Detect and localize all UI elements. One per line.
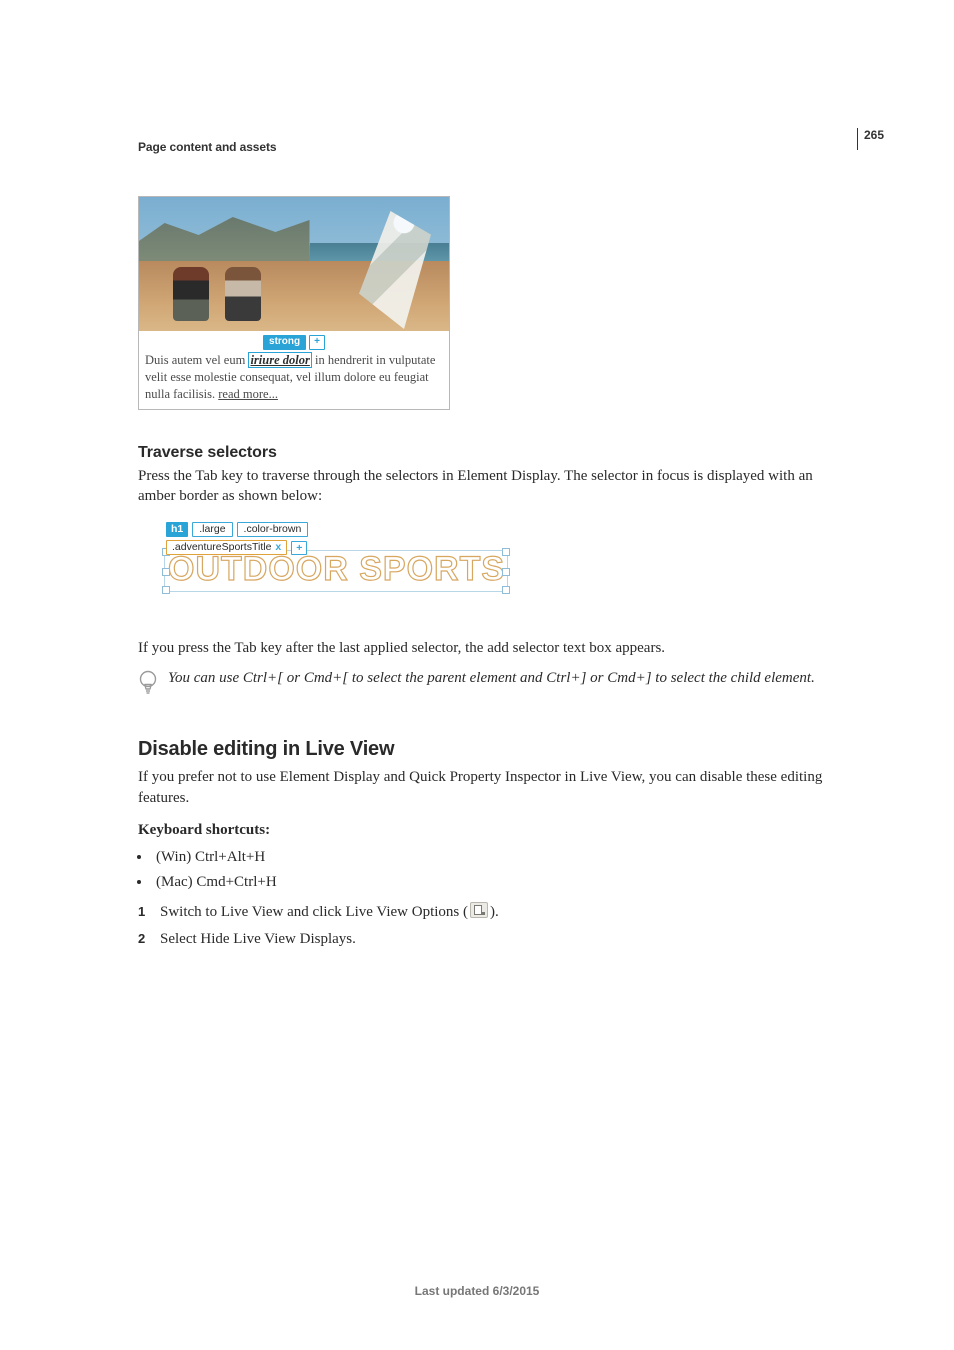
step-1: 1 Switch to Live View and click Live Vie… bbox=[138, 900, 851, 926]
selected-strong-text[interactable]: iriure dolor bbox=[248, 352, 311, 368]
figure-strong-tag-selection: strong + Duis autem vel eum iriure dolor… bbox=[138, 196, 450, 410]
steps-list: 1 Switch to Live View and click Live Vie… bbox=[138, 900, 851, 953]
step-1-pre: Switch to Live View and click Live View … bbox=[160, 904, 468, 920]
paragraph-traverse-intro: Press the Tab key to traverse through th… bbox=[138, 466, 851, 507]
figure-selector-focus: OUTDOOR SPORTS h1 .large .color-brown .a… bbox=[138, 518, 528, 596]
section-header: Page content and assets bbox=[138, 140, 276, 154]
live-view-options-icon bbox=[470, 902, 488, 918]
tip-block: You can use Ctrl+[ or Cmd+[ to select th… bbox=[138, 668, 851, 698]
element-tag-chip[interactable]: h1 bbox=[166, 522, 188, 537]
tip-text: You can use Ctrl+[ or Cmd+[ to select th… bbox=[168, 668, 815, 688]
heading-traverse-selectors: Traverse selectors bbox=[138, 444, 851, 462]
figure-bg-title: OUTDOOR SPORTS bbox=[168, 550, 505, 589]
selector-chip-color-brown[interactable]: .color-brown bbox=[237, 522, 309, 537]
selector-chip-large[interactable]: .large bbox=[192, 522, 232, 537]
selector-chip-active[interactable]: .adventureSportsTitle x bbox=[166, 540, 287, 555]
figure-photo bbox=[139, 197, 449, 331]
selector-chip-active-label: .adventureSportsTitle bbox=[172, 541, 271, 554]
shortcut-item-mac: (Mac) Cmd+Ctrl+H bbox=[152, 870, 851, 896]
shortcut-item-win: (Win) Ctrl+Alt+H bbox=[152, 845, 851, 871]
lightbulb-icon bbox=[138, 670, 158, 698]
step-2-text: Select Hide Live View Displays. bbox=[160, 927, 356, 953]
label-keyboard-shortcuts: Keyboard shortcuts: bbox=[138, 822, 851, 839]
selector-chip-stack: h1 .large .color-brown .adventureSportsT… bbox=[166, 522, 308, 555]
step-number: 2 bbox=[138, 928, 150, 950]
paragraph-after-last-selector: If you press the Tab key after the last … bbox=[138, 638, 851, 658]
add-selector-button[interactable]: + bbox=[291, 541, 307, 555]
step-1-post: ). bbox=[490, 904, 499, 920]
step-number: 1 bbox=[138, 901, 150, 923]
footer-last-updated: Last updated 6/3/2015 bbox=[0, 1284, 954, 1298]
page-number: 265 bbox=[857, 128, 884, 150]
remove-selector-icon[interactable]: x bbox=[275, 541, 281, 554]
figure-paragraph: Duis autem vel eum iriure dolor in hendr… bbox=[139, 352, 449, 409]
step-1-text: Switch to Live View and click Live View … bbox=[160, 900, 499, 926]
step-2: 2 Select Hide Live View Displays. bbox=[138, 927, 851, 953]
read-more-link[interactable]: read more... bbox=[218, 387, 278, 401]
add-selector-button[interactable]: + bbox=[309, 335, 325, 350]
shortcut-list: (Win) Ctrl+Alt+H (Mac) Cmd+Ctrl+H bbox=[138, 845, 851, 896]
paragraph-prefix: Duis autem vel eum bbox=[145, 353, 248, 367]
element-display-tag-row: strong + bbox=[139, 331, 449, 352]
paragraph-disable-intro: If you prefer not to use Element Display… bbox=[138, 767, 851, 808]
element-tag-chip[interactable]: strong bbox=[263, 335, 306, 350]
heading-disable-editing: Disable editing in Live View bbox=[138, 738, 851, 761]
